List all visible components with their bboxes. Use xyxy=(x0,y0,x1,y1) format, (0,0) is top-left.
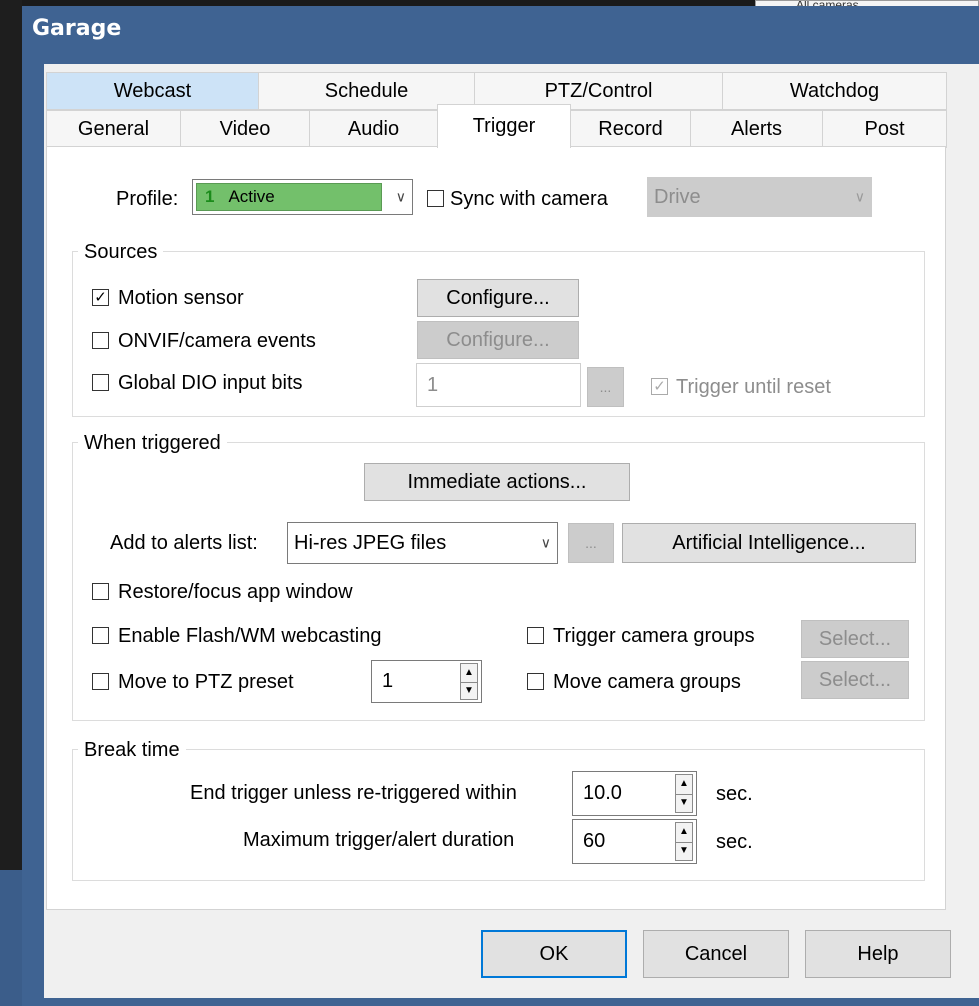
end-trigger-label: End trigger unless re-triggered within xyxy=(190,782,517,804)
spin-down-icon[interactable]: ▼ xyxy=(676,793,692,813)
move-ptz-checkbox[interactable] xyxy=(92,673,109,690)
max-duration-input[interactable]: 60 ▲ ▼ xyxy=(572,819,697,864)
end-trigger-input[interactable]: 10.0 ▲ ▼ xyxy=(572,771,697,816)
dio-label: Global DIO input bits xyxy=(118,372,303,394)
cancel-button[interactable]: Cancel xyxy=(643,930,789,978)
enable-flash-checkbox[interactable] xyxy=(92,627,109,644)
chevron-down-icon: ∨ xyxy=(540,534,551,551)
max-duration-value: 60 xyxy=(583,830,606,852)
background-taskbar-strip xyxy=(0,870,22,1006)
enable-flash-label: Enable Flash/WM webcasting xyxy=(118,625,382,647)
background-app xyxy=(0,0,22,1006)
end-trigger-unit: sec. xyxy=(716,783,753,805)
tab-record[interactable]: Record xyxy=(570,110,691,148)
tab-general[interactable]: General xyxy=(46,110,181,148)
break-time-title: Break time xyxy=(78,738,186,762)
profile-label: Profile: xyxy=(116,188,179,210)
max-duration-label: Maximum trigger/alert duration xyxy=(243,829,515,851)
dio-checkbox[interactable] xyxy=(92,374,109,391)
tab-webcast[interactable]: Webcast xyxy=(46,72,259,110)
ptz-preset-input[interactable]: 1 ▲ ▼ xyxy=(371,660,482,703)
spin-up-icon[interactable]: ▲ xyxy=(676,775,692,794)
spin-up-icon[interactable]: ▲ xyxy=(676,823,692,842)
onvif-checkbox[interactable] xyxy=(92,332,109,349)
profile-selected: 1 Active xyxy=(196,183,382,211)
trigger-camera-groups-label: Trigger camera groups xyxy=(553,625,755,647)
sources-title: Sources xyxy=(78,240,164,264)
break-time-group xyxy=(72,749,925,881)
spin-down-icon[interactable]: ▼ xyxy=(461,681,477,700)
artificial-intelligence-button[interactable]: Artificial Intelligence... xyxy=(622,523,916,563)
dio-browse-button[interactable]: ... xyxy=(587,367,624,407)
alerts-list-value: Hi-res JPEG files xyxy=(294,531,447,554)
motion-configure-button[interactable]: Configure... xyxy=(417,279,579,317)
move-camera-groups-checkbox[interactable] xyxy=(527,673,544,690)
sync-camera-value: Drive xyxy=(654,185,701,208)
alerts-browse-button[interactable]: ... xyxy=(568,523,614,563)
dialog-title: Garage xyxy=(32,16,122,41)
add-to-alerts-label: Add to alerts list: xyxy=(110,532,258,554)
tab-post[interactable]: Post xyxy=(822,110,947,148)
restore-focus-checkbox[interactable] xyxy=(92,583,109,600)
alerts-list-combo[interactable]: Hi-res JPEG files ∨ xyxy=(287,522,558,564)
when-triggered-title: When triggered xyxy=(78,431,227,455)
move-groups-select-button[interactable]: Select... xyxy=(801,661,909,699)
spin-down-icon[interactable]: ▼ xyxy=(676,841,692,861)
sync-camera-combo[interactable]: Drive ∨ xyxy=(647,177,872,217)
chevron-down-icon: ∨ xyxy=(854,188,865,205)
ptz-preset-value: 1 xyxy=(382,670,394,692)
tab-video[interactable]: Video xyxy=(180,110,310,148)
end-trigger-spinner[interactable]: ▲ ▼ xyxy=(675,774,693,813)
tab-trigger[interactable]: Trigger xyxy=(437,104,571,148)
trigger-until-reset-checkbox[interactable]: ✓ xyxy=(651,378,668,395)
immediate-actions-button[interactable]: Immediate actions... xyxy=(364,463,630,501)
tab-watchdog[interactable]: Watchdog xyxy=(722,72,947,110)
move-ptz-label: Move to PTZ preset xyxy=(118,671,294,693)
tab-audio[interactable]: Audio xyxy=(309,110,438,148)
tab-alerts[interactable]: Alerts xyxy=(690,110,823,148)
profile-name: Active xyxy=(228,187,275,206)
motion-sensor-label: Motion sensor xyxy=(118,287,244,309)
spin-up-icon[interactable]: ▲ xyxy=(461,664,477,682)
trigger-until-reset-label: Trigger until reset xyxy=(676,376,831,398)
trigger-camera-groups-checkbox[interactable] xyxy=(527,627,544,644)
ok-button[interactable]: OK xyxy=(481,930,627,978)
onvif-label: ONVIF/camera events xyxy=(118,330,316,352)
end-trigger-value: 10.0 xyxy=(583,782,622,804)
help-button[interactable]: Help xyxy=(805,930,951,978)
trigger-groups-select-button[interactable]: Select... xyxy=(801,620,909,658)
profile-number: 1 xyxy=(205,187,215,206)
profile-combo[interactable]: 1 Active ∨ xyxy=(192,179,413,215)
ptz-preset-spinner[interactable]: ▲ ▼ xyxy=(460,663,478,700)
motion-sensor-checkbox[interactable]: ✓ xyxy=(92,289,109,306)
dio-input[interactable]: 1 xyxy=(416,363,581,407)
max-duration-spinner[interactable]: ▲ ▼ xyxy=(675,822,693,861)
sync-camera-checkbox[interactable] xyxy=(427,190,444,207)
move-camera-groups-label: Move camera groups xyxy=(553,671,741,693)
max-duration-unit: sec. xyxy=(716,831,753,853)
onvif-configure-button[interactable]: Configure... xyxy=(417,321,579,359)
restore-focus-label: Restore/focus app window xyxy=(118,581,353,603)
sync-camera-label: Sync with camera xyxy=(450,188,608,210)
chevron-down-icon: ∨ xyxy=(395,188,406,205)
